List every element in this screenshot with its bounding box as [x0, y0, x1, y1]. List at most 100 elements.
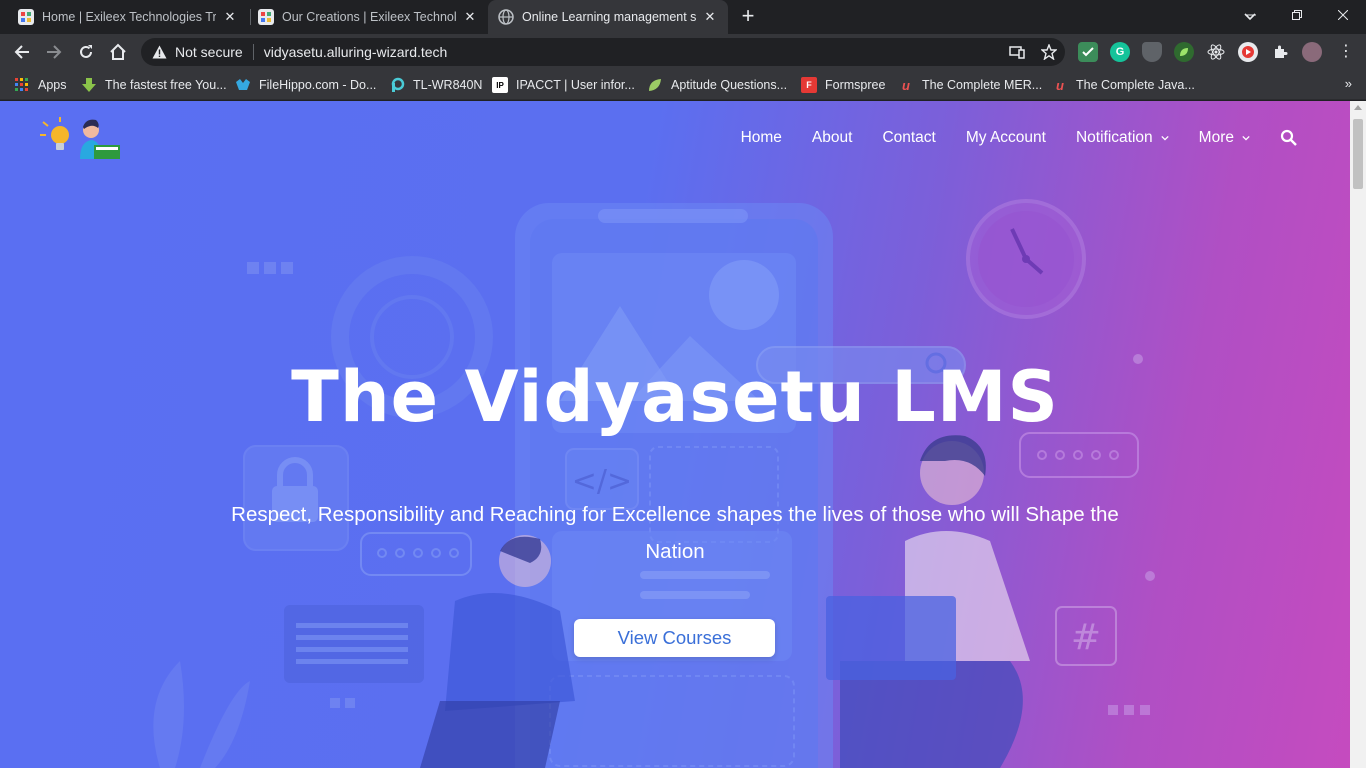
nav-label: Contact — [882, 129, 936, 146]
bookmark-label: FileHippo.com - Do... — [259, 78, 377, 92]
security-status[interactable]: Not secure — [175, 44, 243, 60]
bookmark-item[interactable]: The fastest free You... — [81, 76, 227, 94]
student-icon — [80, 119, 120, 159]
nav-my-account[interactable]: My Account — [966, 129, 1046, 147]
browser-toolbar: Not secure vidyasetu.alluring-wizard.tec… — [0, 34, 1366, 70]
install-app-icon[interactable] — [1009, 44, 1025, 63]
bookmark-apps[interactable]: Apps — [14, 76, 67, 94]
udemy-icon: u — [902, 77, 910, 93]
bookmark-item[interactable]: TL-WR840N — [389, 76, 482, 94]
hero-title: The Vidyasetu LMS — [291, 356, 1059, 438]
bookmark-label: Apps — [38, 78, 67, 92]
bookmark-label: IPACCT | User infor... — [516, 78, 635, 92]
bookmark-item[interactable]: Aptitude Questions... — [647, 76, 787, 94]
site-navigation: Home About Contact My Account Notificati… — [711, 129, 1298, 147]
leaf-icon — [647, 77, 663, 93]
udemy-icon: u — [1056, 77, 1064, 93]
new-tab-button[interactable]: + — [736, 5, 760, 29]
address-bar[interactable]: Not secure vidyasetu.alluring-wizard.tec… — [141, 38, 1065, 66]
tab-strip: Home | Exileex Technologies Tripu ✕ Our … — [0, 0, 1366, 34]
lightbulb-icon — [40, 117, 69, 150]
bookmark-label: The Complete Java... — [1076, 78, 1195, 92]
bookmark-item[interactable]: u The Complete Java... — [1052, 76, 1195, 94]
site-logo[interactable] — [36, 115, 128, 161]
tab-title: Home | Exileex Technologies Tripu — [42, 10, 216, 24]
nav-label: More — [1198, 129, 1234, 146]
profile-avatar[interactable] — [1302, 42, 1322, 62]
apps-grid-icon — [14, 77, 30, 93]
nav-more[interactable]: More — [1199, 129, 1250, 147]
more-bookmarks-icon[interactable]: » — [1345, 76, 1352, 91]
minimize-button[interactable] — [1228, 0, 1274, 30]
formspree-icon: F — [801, 77, 817, 93]
bookmark-item[interactable]: FileHippo.com - Do... — [235, 76, 376, 94]
nav-about[interactable]: About — [812, 129, 853, 147]
bookmark-label: Aptitude Questions... — [671, 78, 788, 92]
tplink-icon — [389, 77, 405, 93]
web-page: </> # Home About Contact My Account Noti… — [0, 101, 1350, 768]
forward-button[interactable] — [41, 39, 67, 65]
omnibox-divider — [252, 44, 254, 60]
svg-text:</>: </> — [572, 464, 632, 499]
filehippo-icon — [235, 77, 251, 93]
bookmark-item[interactable]: IP IPACCT | User infor... — [492, 76, 635, 94]
back-arrow-icon — [14, 45, 29, 59]
exileex-favicon-icon — [258, 9, 274, 25]
close-tab-icon[interactable]: ✕ — [702, 9, 718, 25]
bookmarks-bar: Apps The fastest free You... FileHippo.c… — [0, 70, 1366, 100]
nav-contact[interactable]: Contact — [882, 129, 935, 147]
nav-home[interactable]: Home — [741, 129, 782, 147]
shield-extension-icon[interactable] — [1142, 42, 1162, 62]
scroll-up-arrow-icon[interactable] — [1354, 105, 1362, 110]
close-window-button[interactable] — [1320, 0, 1366, 30]
window-controls — [1228, 0, 1366, 30]
nav-label: About — [811, 129, 853, 146]
download-arrow-icon — [81, 77, 97, 93]
home-icon — [110, 43, 126, 60]
view-courses-button[interactable]: View Courses — [574, 619, 775, 657]
nav-label: Home — [740, 129, 782, 146]
bookmark-item[interactable]: F Formspree — [801, 76, 885, 94]
scrollbar-thumb[interactable] — [1353, 119, 1363, 189]
nav-notification[interactable]: Notification — [1076, 129, 1169, 147]
bookmark-label: TL-WR840N — [413, 78, 483, 92]
restore-button[interactable] — [1274, 0, 1320, 30]
nav-label: My Account — [965, 129, 1046, 146]
warning-icon[interactable] — [151, 44, 167, 60]
nav-label: Notification — [1075, 129, 1153, 146]
bookmark-label: The fastest free You... — [105, 78, 227, 92]
close-tab-icon[interactable]: ✕ — [222, 9, 238, 25]
hero-subtitle: Respect, Responsibility and Reaching for… — [231, 503, 1119, 563]
browser-menu-icon[interactable]: ⋮ — [1336, 42, 1356, 62]
tab-title: Our Creations | Exileex Technolog — [282, 10, 456, 24]
video-extension-icon[interactable] — [1238, 42, 1258, 62]
ipacct-icon: IP — [492, 77, 508, 93]
exileex-favicon-icon — [18, 9, 34, 25]
url-text[interactable]: vidyasetu.alluring-wizard.tech — [264, 44, 448, 60]
forward-arrow-icon — [47, 45, 62, 59]
browser-tab-2[interactable]: Our Creations | Exileex Technolog ✕ — [248, 0, 488, 34]
home-button[interactable] — [105, 39, 131, 65]
extensions-puzzle-icon[interactable] — [1270, 42, 1290, 62]
browser-tab-active[interactable]: Online Learning management sys ✕ — [488, 0, 728, 34]
chevron-down-icon — [1242, 135, 1250, 141]
leaf-extension-icon[interactable] — [1174, 42, 1194, 62]
bookmark-item[interactable]: u The Complete MER... — [898, 76, 1042, 94]
bookmark-star-icon[interactable] — [1040, 43, 1058, 63]
react-devtools-icon[interactable] — [1206, 42, 1226, 62]
chevron-down-icon — [1161, 135, 1169, 141]
svg-text:#: # — [1071, 617, 1101, 658]
search-icon[interactable] — [1280, 129, 1298, 147]
globe-icon — [498, 9, 514, 25]
back-button[interactable] — [9, 39, 35, 65]
bookmark-label: The Complete MER... — [922, 78, 1043, 92]
browser-tab-1[interactable]: Home | Exileex Technologies Tripu ✕ — [8, 0, 248, 34]
page-scrollbar[interactable] — [1350, 101, 1366, 768]
tab-title: Online Learning management sys — [522, 10, 696, 24]
close-tab-icon[interactable]: ✕ — [462, 9, 478, 25]
bookmark-label: Formspree — [825, 78, 886, 92]
grammarly-icon[interactable]: G — [1110, 42, 1130, 62]
reload-icon — [80, 45, 92, 58]
extension-mail-icon[interactable] — [1078, 42, 1098, 62]
reload-button[interactable] — [73, 39, 99, 65]
